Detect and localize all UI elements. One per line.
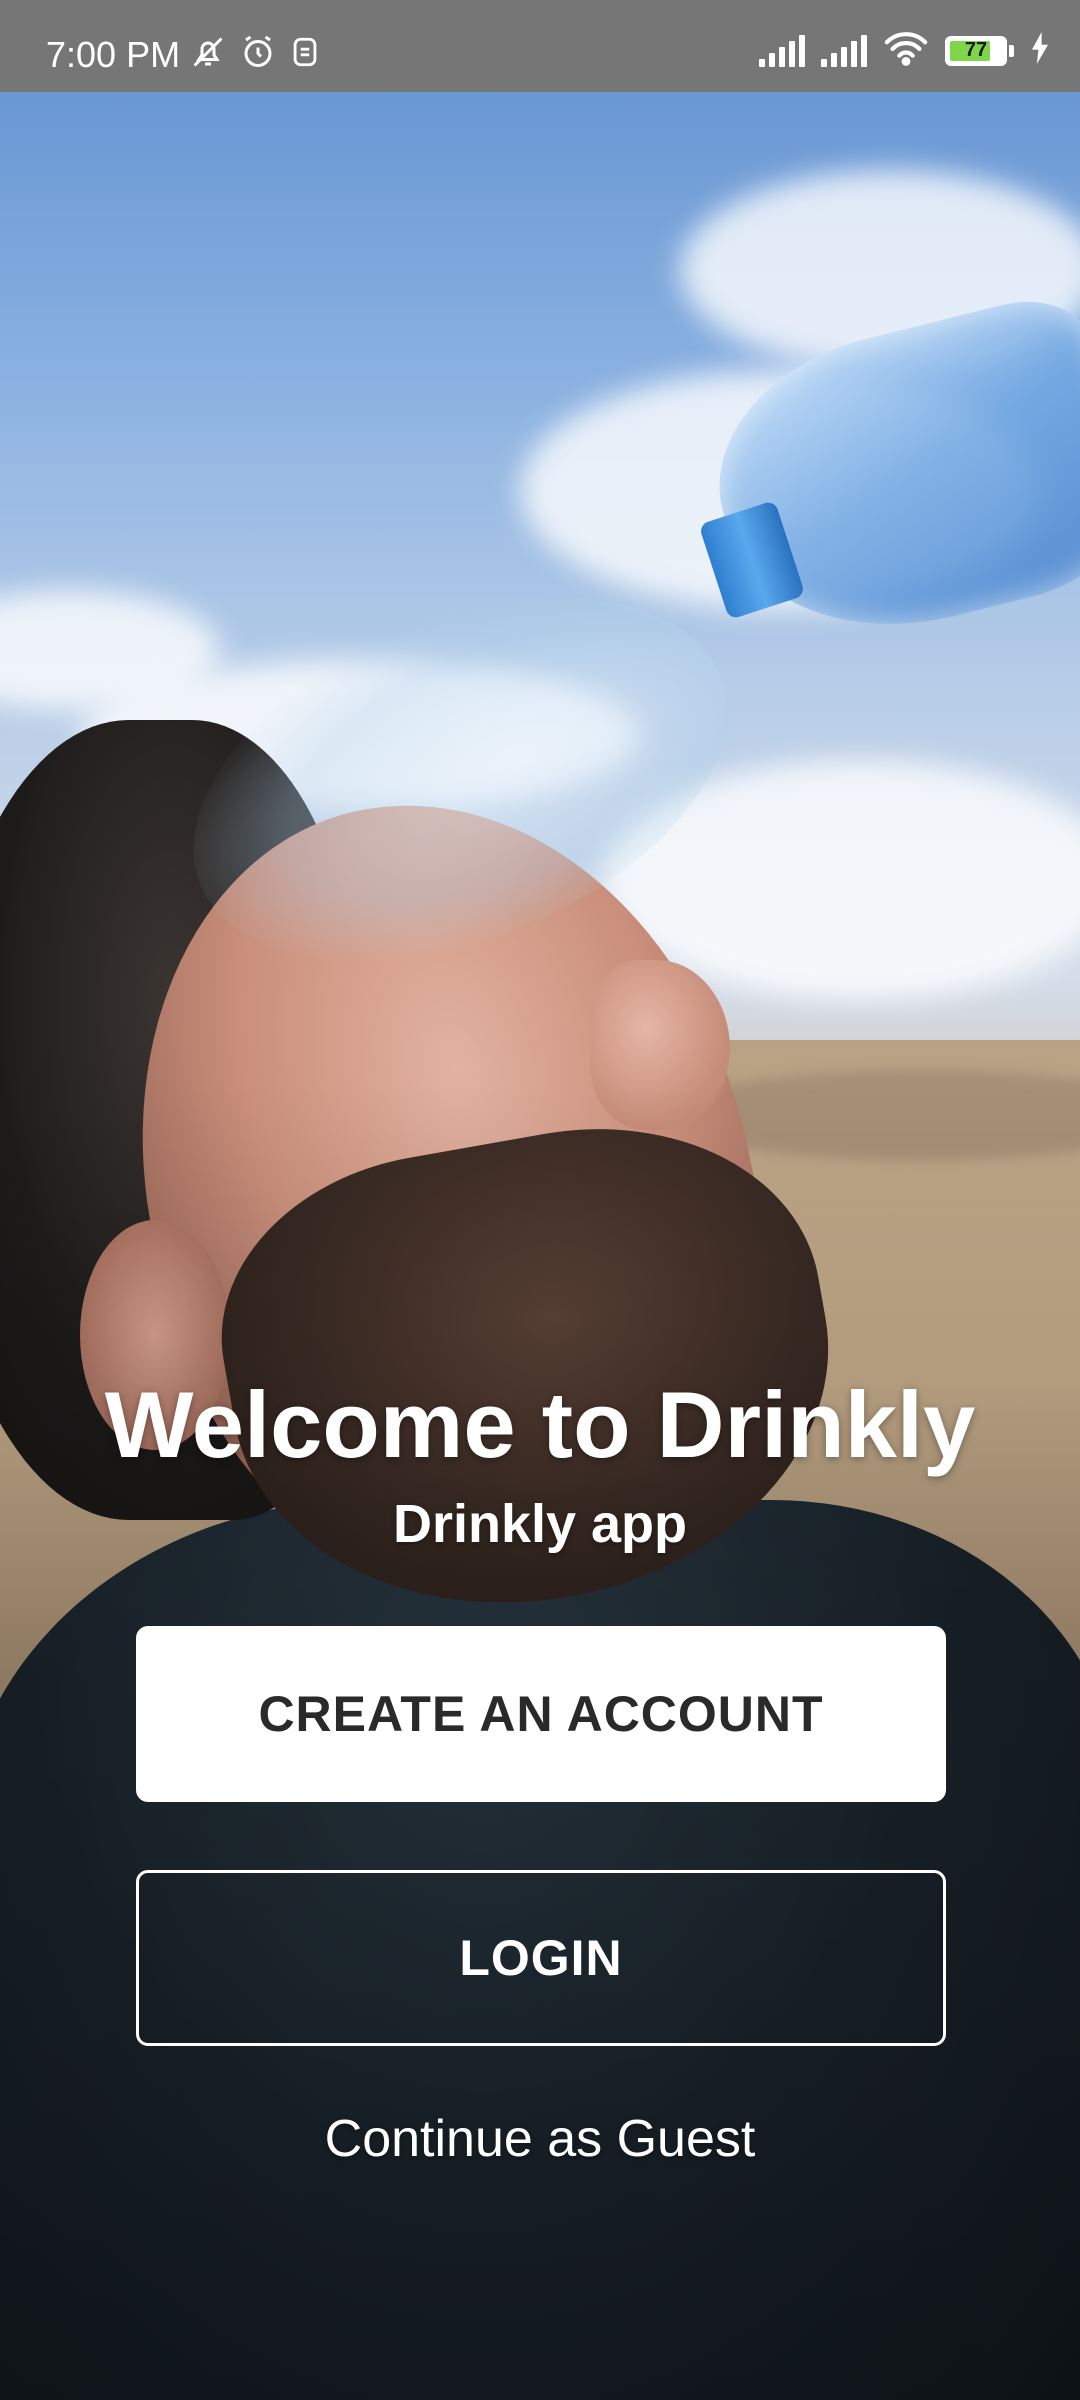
login-button[interactable]: LOGIN (136, 1870, 946, 2046)
status-icons-right: 77 (759, 30, 1050, 71)
status-bar: 7:00 PM 77 (0, 0, 1080, 92)
status-icons-left (190, 34, 320, 75)
status-time: 7:00 PM (46, 34, 181, 75)
welcome-subtitle: Drinkly app (392, 1494, 688, 1554)
continue-as-guest-link[interactable]: Continue as Guest (0, 2106, 1080, 2172)
wifi-icon (883, 30, 929, 71)
signal-icon (759, 34, 805, 67)
signal-icon (821, 34, 867, 67)
app-notification-icon (290, 35, 320, 74)
battery-level: 77 (964, 39, 988, 61)
battery-nub (1009, 44, 1014, 57)
welcome-screen: Welcome to Drinkly Drinkly app CREATE AN… (0, 0, 1080, 2400)
mute-icon (190, 34, 226, 75)
alarm-icon (240, 34, 276, 75)
battery-icon: 77 (945, 35, 1007, 66)
create-account-button[interactable]: CREATE AN ACCOUNT (136, 1626, 946, 1802)
welcome-title: Welcome to Drinkly (104, 1372, 976, 1477)
charging-icon (1030, 32, 1050, 69)
